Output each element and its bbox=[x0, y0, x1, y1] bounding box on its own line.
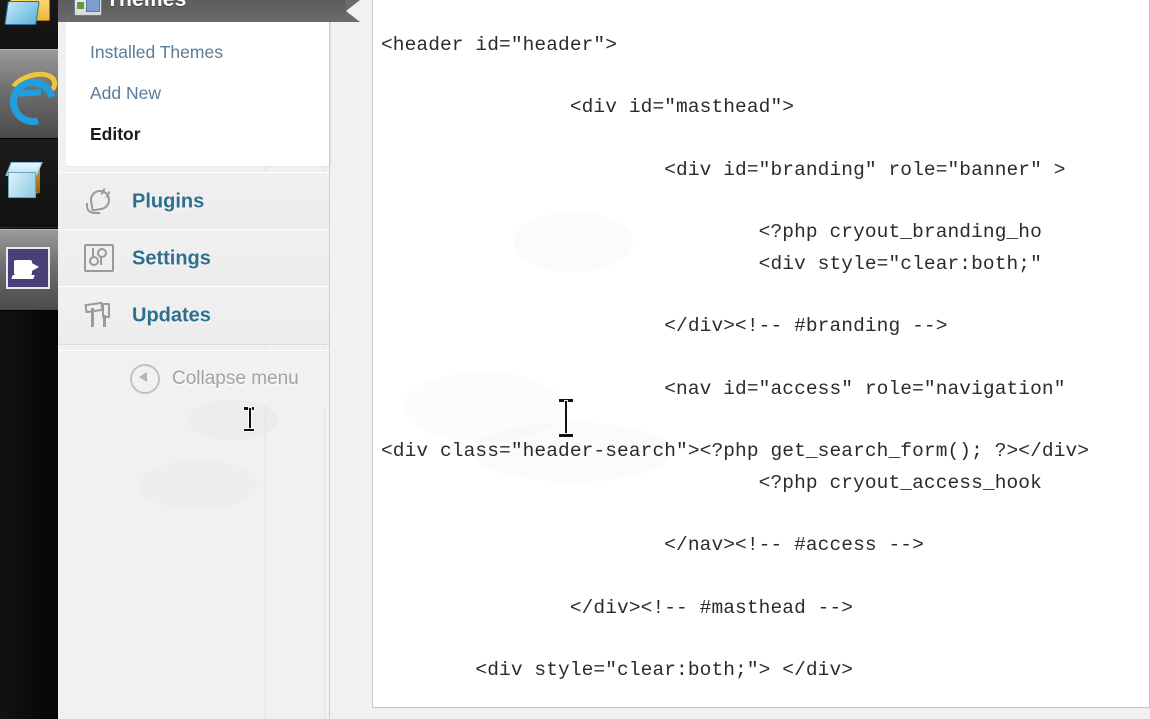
editor-code-content[interactable]: <header id="header"> <div id="masthead">… bbox=[381, 30, 1149, 687]
camera-recorder-icon bbox=[6, 247, 52, 293]
theme-file-editor-textarea[interactable]: <header id="header"> <div id="masthead">… bbox=[372, 0, 1150, 708]
submenu-item-editor[interactable]: Editor bbox=[90, 118, 141, 150]
menu-item-settings[interactable]: Settings bbox=[58, 229, 330, 288]
tools-icon bbox=[84, 301, 114, 331]
submenu-item-installed-themes[interactable]: Installed Themes bbox=[90, 36, 223, 68]
appearance-themes-icon bbox=[74, 0, 102, 16]
taskbar-item-camera-recorder[interactable] bbox=[0, 229, 58, 311]
menu-section-themes[interactable]: Themes bbox=[58, 0, 360, 22]
taskbar-item-media-box[interactable] bbox=[0, 139, 58, 228]
collapse-menu-label: Collapse menu bbox=[172, 368, 299, 389]
file-explorer-icon bbox=[4, 0, 52, 37]
taskbar-item-internet-explorer[interactable] bbox=[0, 49, 65, 139]
menu-item-plugins[interactable]: Plugins bbox=[58, 172, 330, 231]
wordpress-admin-menu: Themes Installed Themes Add New Editor P… bbox=[58, 0, 360, 719]
media-box-icon bbox=[5, 160, 52, 206]
submenu-item-add-new[interactable]: Add New bbox=[90, 77, 161, 109]
collapse-menu-button[interactable]: Collapse menu bbox=[58, 350, 330, 407]
menu-item-settings-label: Settings bbox=[132, 247, 211, 269]
text-ibeam-cursor-editor bbox=[558, 398, 574, 438]
collapse-arrow-icon bbox=[130, 364, 160, 394]
windows-taskbar bbox=[0, 0, 65, 719]
flyout-arrow bbox=[346, 0, 360, 22]
internet-explorer-icon bbox=[1, 66, 65, 134]
sliders-icon bbox=[84, 243, 114, 274]
plug-icon bbox=[84, 187, 114, 217]
menu-item-updates-label: Updates bbox=[132, 304, 211, 326]
menu-item-plugins-label: Plugins bbox=[132, 190, 205, 212]
menu-section-title: Themes bbox=[106, 0, 187, 12]
themes-submenu: Installed Themes Add New Editor bbox=[66, 22, 331, 166]
text-ibeam-cursor-menu bbox=[244, 406, 255, 432]
menu-item-updates[interactable]: Updates bbox=[58, 286, 330, 345]
